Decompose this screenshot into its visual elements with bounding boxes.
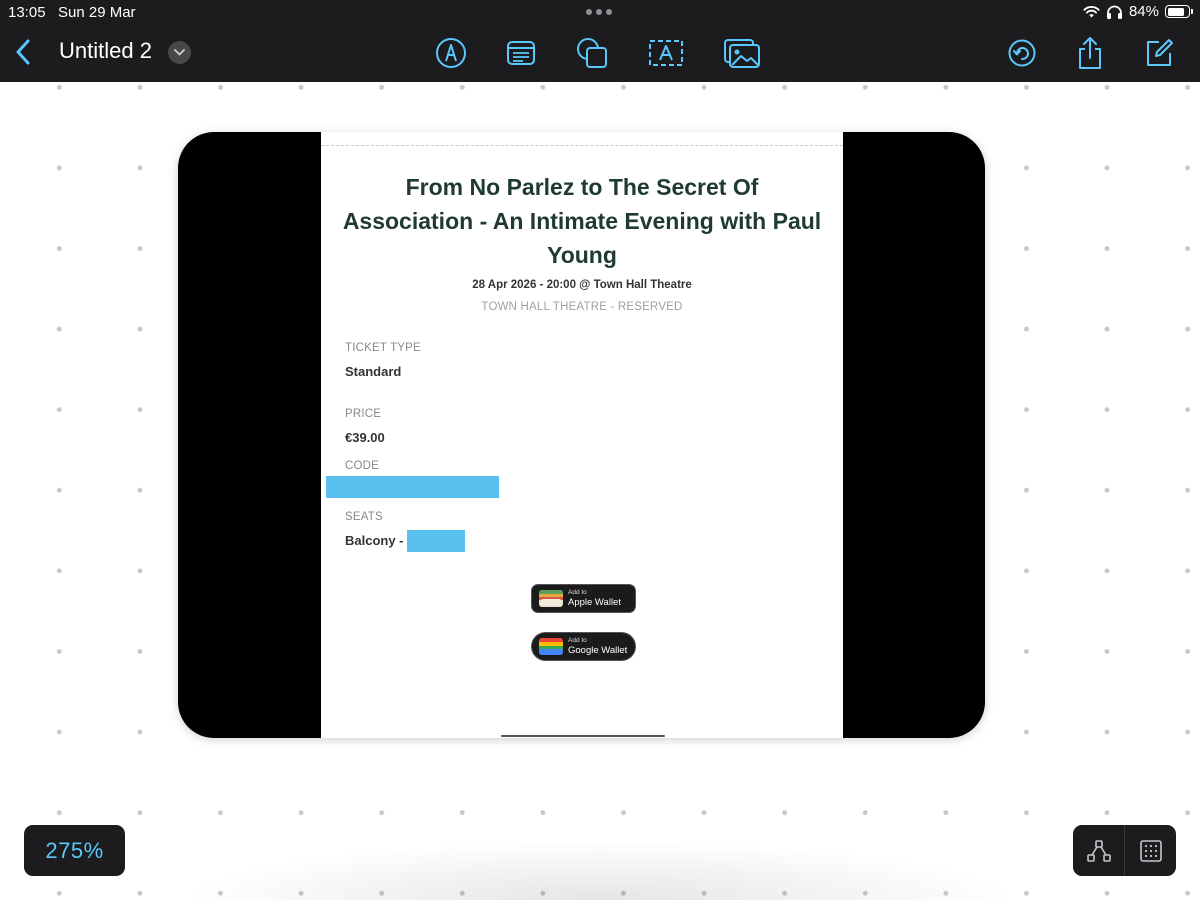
- seats-label: SEATS: [345, 511, 383, 523]
- pen-tool-button[interactable]: [431, 33, 471, 73]
- media-button[interactable]: [722, 33, 762, 73]
- top-bar: 13:05 Sun 29 Mar 84% Untitled 2: [0, 0, 1200, 82]
- document-title[interactable]: Untitled 2: [59, 38, 152, 64]
- undo-icon: [1008, 39, 1036, 67]
- bottom-right-tools: [1073, 825, 1176, 876]
- price-label: PRICE: [345, 408, 382, 420]
- battery-percent: 84%: [1128, 3, 1159, 20]
- google-wallet-icon: [539, 638, 563, 655]
- new-document-button[interactable]: [1139, 33, 1179, 73]
- wifi-icon: [1083, 6, 1100, 18]
- seat-redaction: [407, 530, 465, 552]
- connector-button[interactable]: [1073, 825, 1124, 876]
- title-menu-button[interactable]: [168, 41, 191, 64]
- text-frame-icon: [649, 40, 683, 66]
- media-icon: [724, 39, 760, 68]
- grid-button[interactable]: [1125, 825, 1176, 876]
- text-box-button[interactable]: [501, 33, 541, 73]
- connector-icon: [1086, 839, 1111, 862]
- apple-wallet-small-text: Add to: [568, 589, 587, 596]
- back-button[interactable]: [8, 34, 38, 70]
- pen-tool-icon: [436, 38, 466, 68]
- ticket-type-value: Standard: [345, 364, 402, 379]
- pasted-screenshot[interactable]: From No Parlez to The Secret Of Associat…: [178, 132, 985, 738]
- zoom-level-button[interactable]: 275%: [24, 825, 125, 876]
- multitasking-dots-icon[interactable]: [586, 9, 612, 15]
- status-indicators: 84%: [1083, 3, 1193, 20]
- event-venue: TOWN HALL THEATRE - RESERVED: [481, 301, 683, 313]
- text-frame-button[interactable]: [646, 33, 686, 73]
- bottom-shadow: [180, 840, 1020, 900]
- text-box-icon: [507, 41, 535, 65]
- apple-wallet-label: Apple Wallet: [568, 596, 621, 608]
- new-document-icon: [1147, 39, 1173, 66]
- seats-value: Balcony -: [345, 533, 404, 548]
- status-time: 13:05: [8, 4, 46, 21]
- google-wallet-small-text: Add to: [568, 637, 587, 644]
- price-value: €39.00: [345, 430, 385, 445]
- shapes-icon: [577, 38, 607, 68]
- code-label: CODE: [345, 460, 380, 472]
- headphones-icon: [1106, 5, 1122, 19]
- share-button[interactable]: [1070, 33, 1110, 73]
- undo-button[interactable]: [1002, 33, 1042, 73]
- ticket-email: From No Parlez to The Secret Of Associat…: [321, 132, 843, 738]
- chevron-down-icon: [174, 49, 185, 56]
- home-indicator: [501, 735, 665, 737]
- battery-icon: [1165, 5, 1193, 18]
- apple-wallet-button[interactable]: Add to Apple Wallet: [531, 584, 636, 613]
- grid-icon: [1139, 839, 1162, 862]
- event-title: From No Parlez to The Secret Of Associat…: [342, 174, 822, 268]
- dashed-divider: [321, 145, 843, 146]
- status-date: Sun 29 Mar: [58, 4, 136, 21]
- google-wallet-button[interactable]: Add to Google Wallet: [531, 632, 636, 661]
- share-icon: [1079, 37, 1101, 69]
- chevron-left-icon: [16, 39, 30, 65]
- code-redaction: [326, 476, 499, 498]
- ticket-type-label: TICKET TYPE: [345, 342, 421, 354]
- shapes-button[interactable]: [572, 33, 612, 73]
- apple-wallet-icon: [539, 590, 563, 607]
- google-wallet-label: Google Wallet: [568, 644, 628, 656]
- event-date: 28 Apr 2026 - 20:00 @ Town Hall Theatre: [472, 279, 692, 291]
